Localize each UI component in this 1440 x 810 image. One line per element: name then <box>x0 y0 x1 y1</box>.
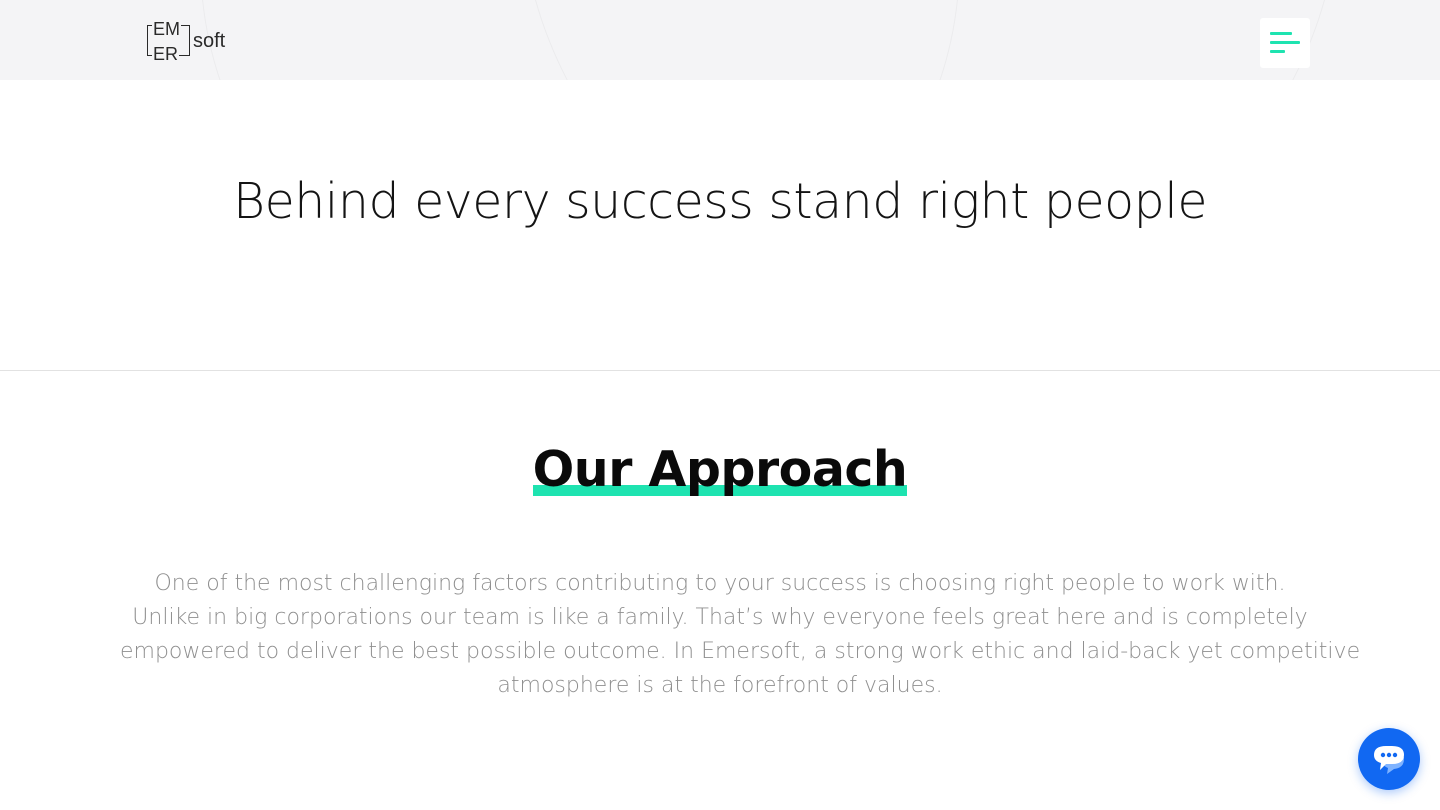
logo-text-er: ER <box>152 44 180 64</box>
chat-bubble-icon <box>1374 746 1404 774</box>
approach-paragraph-line: One of the most challenging factors cont… <box>154 571 1286 596</box>
approach-heading: Our Approach <box>0 440 1440 500</box>
hero-title: Behind every success stand right people <box>233 173 1208 230</box>
header-background-arc <box>520 0 1340 80</box>
approach-paragraph-line: empowered to deliver the best possible o… <box>120 639 1361 664</box>
logo-text-em: EM <box>152 19 181 39</box>
approach-paragraph-line: atmosphere is at the forefront of values… <box>497 673 943 698</box>
approach-paragraph: One of the most challenging factors cont… <box>120 567 1361 703</box>
site-header: EM ER soft <box>0 0 1440 80</box>
logo-text-soft: soft <box>193 30 226 52</box>
approach-paragraph-line: Unlike in big corporations our team is l… <box>132 605 1308 630</box>
menu-button[interactable] <box>1260 18 1310 68</box>
approach-heading-text: Our Approach <box>532 441 908 498</box>
chat-button[interactable] <box>1358 728 1420 790</box>
section-divider <box>0 370 1440 371</box>
site-logo[interactable]: EM ER soft <box>147 19 247 64</box>
